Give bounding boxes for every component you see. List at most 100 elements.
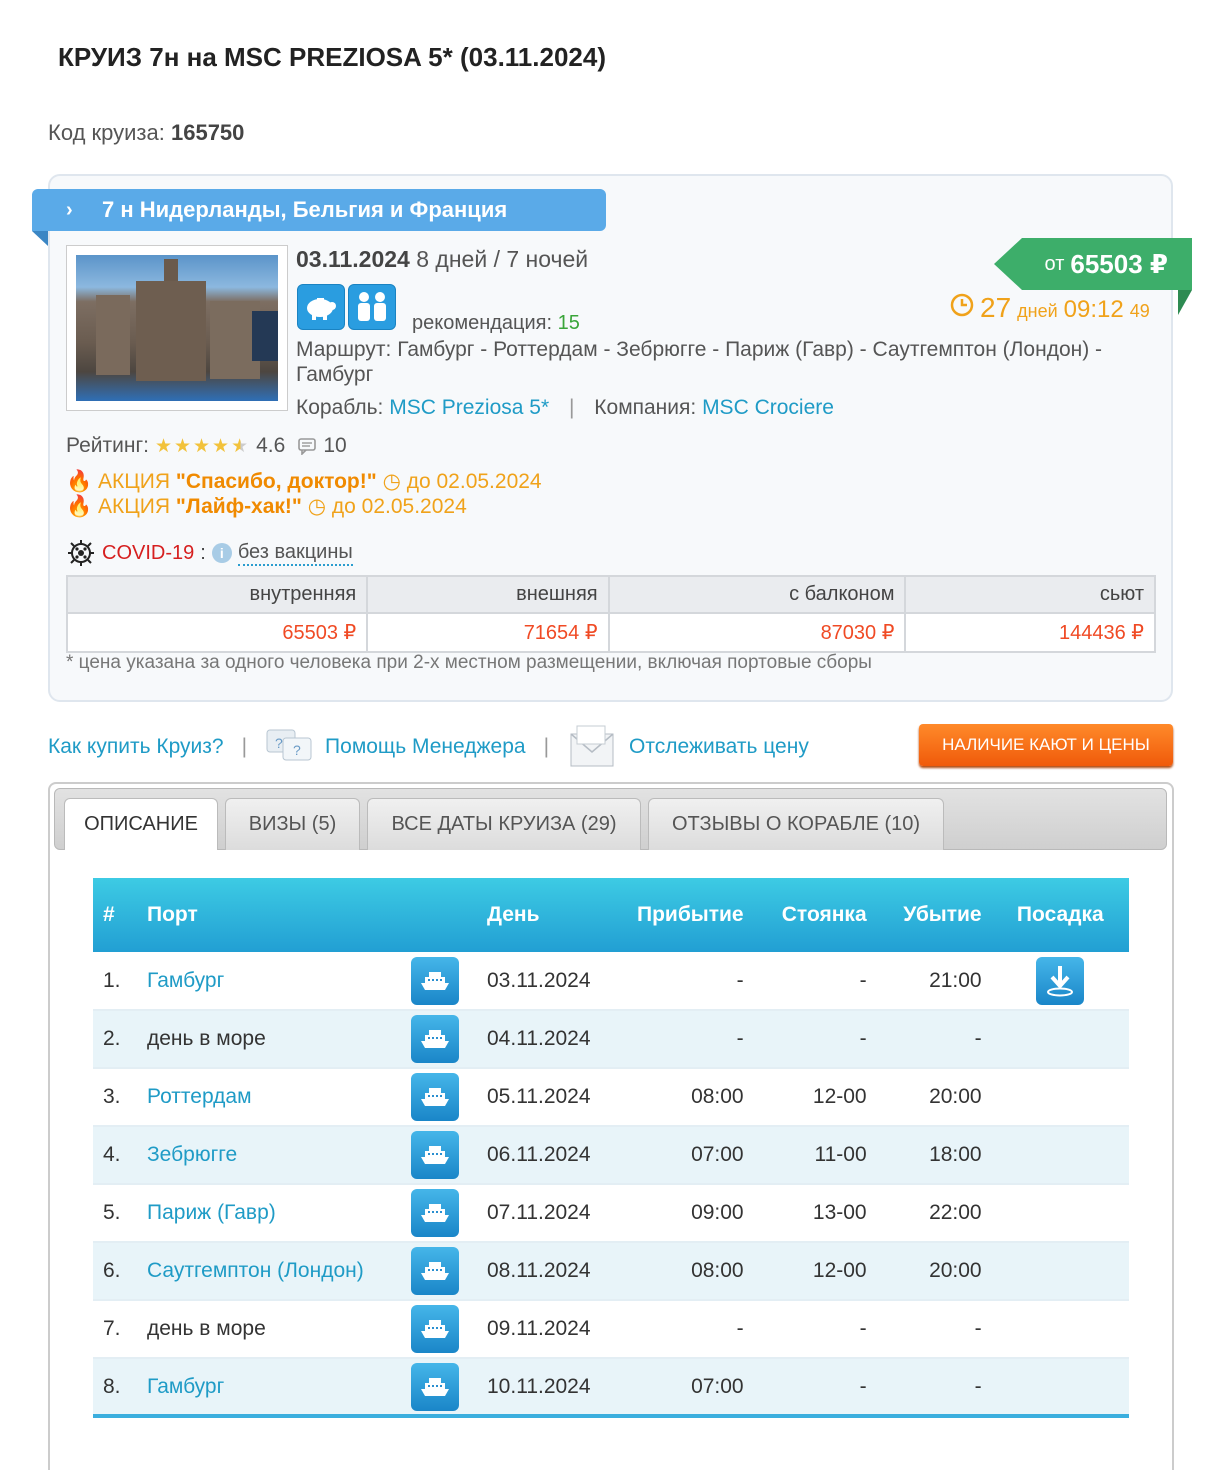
boarding-icon[interactable]: [1036, 956, 1085, 1005]
port-link[interactable]: Гамбург: [147, 1375, 224, 1398]
recommendation-label: рекомендация:: [412, 312, 553, 334]
help-bar: Как купить Круиз? | ?? Помощь Менеджера …: [48, 724, 809, 770]
promo-name: "Лайф-хак!": [175, 495, 302, 518]
departure-time: 20:00: [929, 1085, 982, 1108]
itinerary-cell: -: [753, 1010, 877, 1069]
itinerary-cell: [401, 1068, 477, 1127]
itinerary-row: 1. Гамбург 03.11.2024 - - 21:00: [93, 952, 1129, 1011]
divider: |: [543, 735, 550, 758]
svg-text:?: ?: [293, 742, 301, 758]
itinerary-cell: 09:00: [627, 1184, 754, 1243]
cruise-photo[interactable]: [66, 245, 288, 411]
price-tag-arrow: [994, 238, 1022, 290]
column-header: #: [93, 878, 137, 952]
promo-name: "Спасибо, доктор!": [175, 470, 377, 493]
cabin-price[interactable]: 144436 ₽: [904, 612, 1156, 653]
cabin-header: внутренняя: [65, 575, 369, 614]
comments-icon[interactable]: [297, 437, 317, 455]
track-price-link[interactable]: Отслеживать цену: [629, 735, 809, 759]
port-link[interactable]: Роттердам: [147, 1085, 252, 1108]
itinerary-cell: Саутгемптон (Лондон): [137, 1242, 401, 1301]
countdown-time: 09:12: [1063, 296, 1124, 323]
tab-all-dates[interactable]: ВСЕ ДАТЫ КРУИЗА (29): [367, 798, 641, 850]
price-from-tag[interactable]: от 65503 ₽: [1022, 238, 1192, 290]
itinerary-cell: 20:00: [876, 1068, 992, 1127]
itinerary-cell: 07:00: [627, 1126, 754, 1185]
how-to-buy-link[interactable]: Как купить Круиз?: [48, 735, 224, 759]
tab-description[interactable]: ОПИСАНИЕ: [64, 798, 218, 850]
itinerary-cell: -: [876, 1358, 992, 1418]
promo-item[interactable]: 🔥 АКЦИЯ "Спасибо, доктор!" ◷ до 02.05.20…: [66, 469, 542, 494]
cruise-code-label: Код круиза:: [48, 120, 165, 145]
promo-prefix: АКЦИЯ: [98, 470, 171, 493]
ship-icon[interactable]: [411, 1189, 459, 1237]
itinerary-cell: 11-00: [753, 1126, 877, 1185]
row-number: 6.: [103, 1259, 121, 1282]
column-header: Посадка: [991, 878, 1129, 952]
promo-item[interactable]: 🔥 АКЦИЯ "Лайф-хак!" ◷ до 02.05.2024: [66, 494, 467, 519]
covid-separator: :: [200, 541, 206, 564]
ship-link[interactable]: MSC Preziosa 5*: [389, 396, 549, 419]
itinerary-cell: 12-00: [753, 1068, 877, 1127]
ship-icon[interactable]: [411, 1131, 459, 1179]
itinerary-cell: 7.: [93, 1300, 137, 1359]
piggy-bank-icon[interactable]: [297, 284, 345, 330]
cabin-price[interactable]: 71654 ₽: [366, 612, 610, 653]
ship-icon[interactable]: [411, 1247, 459, 1295]
itinerary-cell: Гамбург: [137, 952, 401, 1011]
ship-icon[interactable]: [411, 956, 459, 1005]
tab-visas[interactable]: ВИЗЫ (5): [225, 798, 360, 850]
virus-icon: [68, 540, 94, 566]
availability-button[interactable]: НАЛИЧИЕ КАЮТ И ЦЕНЫ: [919, 724, 1173, 766]
itinerary-cell: 20:00: [876, 1242, 992, 1301]
itinerary-cell: 10.11.2024: [477, 1358, 627, 1418]
tab-ship-reviews[interactable]: ОТЗЫВЫ О КОРАБЛЕ (10): [648, 798, 944, 850]
itinerary-cell: Зебрюгге: [137, 1126, 401, 1185]
promo-until: до 02.05.2024: [331, 495, 467, 518]
manager-help-link[interactable]: Помощь Менеджера: [325, 735, 526, 759]
recommendation-value: 15: [557, 312, 580, 334]
cruise-date: 03.11.2024: [296, 246, 410, 272]
itinerary-row: 5. Париж (Гавр) 07.11.2024 09:00 13-00 22:00: [93, 1184, 1129, 1243]
itinerary-cell: [401, 1242, 477, 1301]
port-day: 09.11.2024: [487, 1317, 591, 1340]
itinerary-row: 2. день в море 04.11.2024 - - -: [93, 1010, 1129, 1069]
ship-icon[interactable]: [411, 1073, 459, 1121]
departure-time: 20:00: [929, 1259, 982, 1282]
port-link[interactable]: Зебрюгге: [147, 1143, 237, 1166]
ship-icon[interactable]: [411, 1015, 459, 1063]
itinerary-cell: 07:00: [627, 1358, 754, 1418]
itinerary-cell: 21:00: [876, 952, 992, 1011]
itinerary-cell: -: [876, 1300, 992, 1359]
itinerary-cell: 3.: [93, 1068, 137, 1127]
family-icon[interactable]: [348, 284, 396, 330]
itinerary-cell: -: [753, 952, 877, 1011]
row-number: 2.: [103, 1027, 121, 1050]
cabin-header: сьют: [904, 575, 1156, 614]
stay-duration: 11-00: [814, 1143, 867, 1166]
promo-prefix: АКЦИЯ: [98, 495, 171, 518]
port-link[interactable]: Гамбург: [147, 969, 224, 992]
itinerary-cell: 05.11.2024: [477, 1068, 627, 1127]
cabin-price[interactable]: 65503 ₽: [65, 612, 369, 653]
info-icon[interactable]: i: [211, 543, 232, 563]
price-from-value: 65503: [1070, 248, 1143, 279]
itinerary-cell: 6.: [93, 1242, 137, 1301]
itinerary-cell: [401, 1010, 477, 1069]
covid-status[interactable]: без вакцины: [237, 541, 353, 566]
cabin-price[interactable]: 87030 ₽: [607, 612, 907, 653]
rating-stars-icon: ★★★★★: [154, 435, 251, 457]
divider: |: [241, 735, 248, 758]
company-link[interactable]: MSC Crociere: [702, 396, 834, 419]
port-name: день в море: [147, 1027, 266, 1050]
port-day: 10.11.2024: [487, 1374, 591, 1398]
route-ribbon[interactable]: › 7 н Нидерланды, Бельгия и Франция: [32, 189, 606, 231]
ship-icon[interactable]: [411, 1305, 459, 1353]
itinerary-table: # Порт День Прибытие Стоянка Убытие Поса…: [93, 878, 1129, 1418]
ship-icon[interactable]: [411, 1362, 459, 1411]
divider: |: [568, 396, 575, 419]
port-link[interactable]: Саутгемптон (Лондон): [147, 1259, 364, 1282]
price-from-label: от: [1044, 252, 1065, 275]
covid-label: COVID-19: [102, 541, 195, 564]
port-link[interactable]: Париж (Гавр): [147, 1201, 276, 1224]
